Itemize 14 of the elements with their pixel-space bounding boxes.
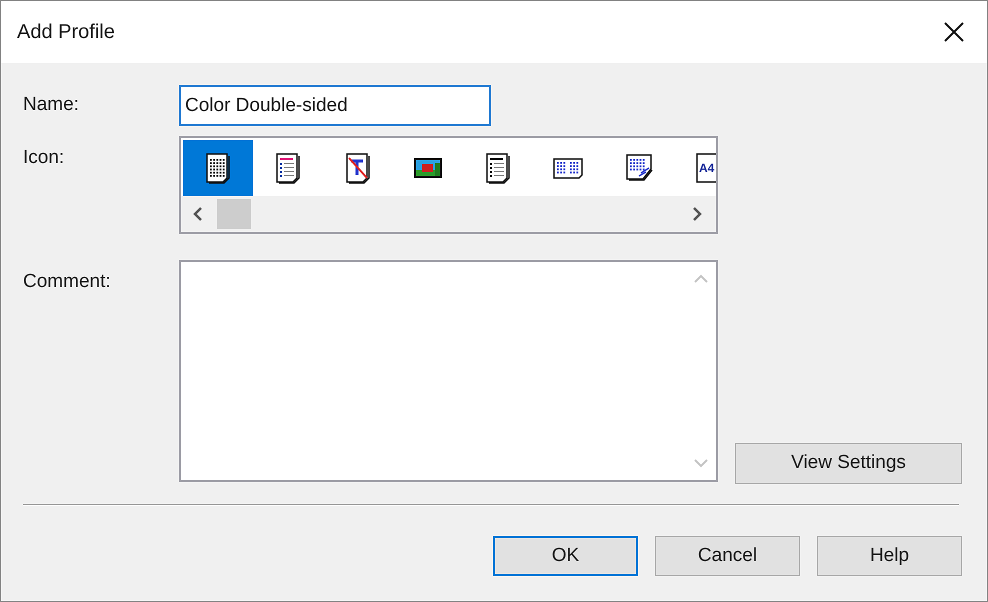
horizontal-scrollbar[interactable] (181, 196, 716, 232)
comment-label: Comment: (23, 270, 112, 294)
icon-option[interactable] (183, 140, 253, 196)
close-icon (943, 21, 965, 43)
view-settings-button[interactable]: View Settings (735, 443, 962, 484)
dialog-button[interactable]: OK (493, 536, 638, 576)
name-field[interactable]: Color Double-sided (179, 85, 491, 126)
dialog-button[interactable]: Cancel (655, 536, 800, 576)
window-title: Add Profile (17, 20, 115, 45)
name-label: Name: (23, 93, 80, 118)
icon-label: Icon: (23, 146, 66, 170)
dialog-button[interactable]: Help (817, 536, 962, 576)
scroll-thumb[interactable] (217, 199, 251, 229)
comment-field[interactable] (179, 260, 718, 482)
